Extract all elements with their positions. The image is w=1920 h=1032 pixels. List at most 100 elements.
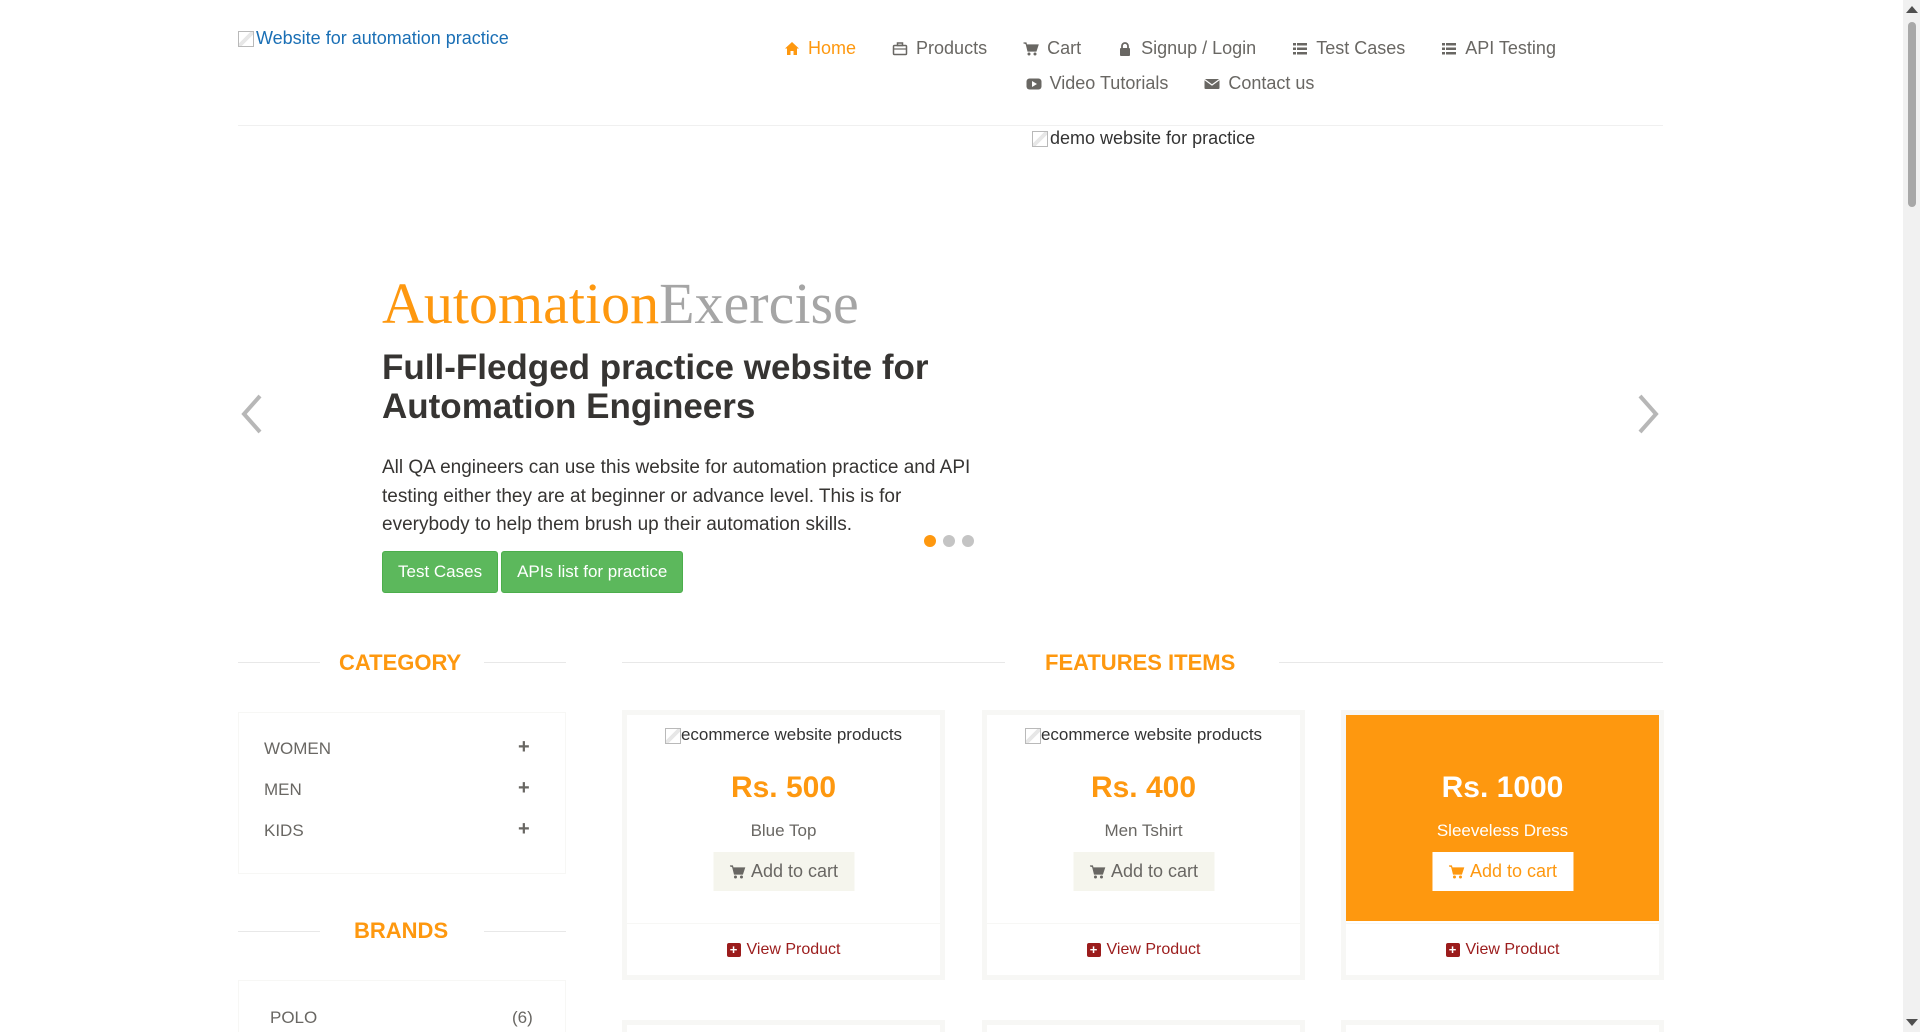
scroll-up-arrow-icon[interactable] bbox=[1906, 6, 1918, 13]
product-image-alt: ecommerce website products bbox=[1040, 725, 1263, 744]
cart-icon bbox=[729, 864, 745, 878]
product-name: Blue Top bbox=[750, 821, 817, 840]
cart-icon bbox=[1448, 864, 1464, 878]
plus-square-icon: + bbox=[1086, 942, 1101, 957]
apis-list-button[interactable]: APIs list for practice bbox=[501, 551, 684, 593]
nav-home-label: Home bbox=[808, 38, 857, 58]
brand-automation: Automation bbox=[382, 271, 660, 336]
product-image: ecommerce website products bbox=[987, 725, 1300, 745]
view-product-link[interactable]: + View Product bbox=[1346, 923, 1659, 975]
cart-icon bbox=[1089, 864, 1105, 878]
add-to-cart-label: Add to cart bbox=[1469, 861, 1558, 881]
view-product-label: View Product bbox=[1106, 940, 1201, 958]
plus-icon[interactable]: + bbox=[518, 736, 530, 759]
view-product-label: View Product bbox=[746, 940, 841, 958]
nav-test-cases-label: Test Cases bbox=[1316, 38, 1406, 58]
slider-next-arrow-icon[interactable] bbox=[1636, 392, 1660, 436]
nav-products[interactable]: Products bbox=[874, 38, 1005, 59]
view-product-link[interactable]: + View Product bbox=[987, 923, 1300, 975]
hero-brand: AutomationExercise bbox=[382, 270, 859, 337]
nav-video-tutorials[interactable]: Video Tutorials bbox=[1008, 73, 1187, 94]
scroll-thumb[interactable] bbox=[1908, 22, 1916, 207]
product-price: Rs. 1000 bbox=[1441, 771, 1564, 804]
nav-cart-label: Cart bbox=[1047, 38, 1082, 58]
hero-title: Full-Fledged practice website for Automa… bbox=[382, 348, 929, 426]
logo-alt-text: Website for automation practice bbox=[256, 28, 509, 48]
plus-icon[interactable]: + bbox=[518, 818, 530, 841]
add-to-cart-button[interactable]: Add to cart bbox=[1072, 852, 1215, 891]
product-card: ecommerce website products Rs. 400 Men T… bbox=[982, 710, 1305, 980]
nav-home[interactable]: Home bbox=[766, 38, 874, 59]
product-card: ecommerce website products Rs. 500 Blue … bbox=[622, 710, 945, 980]
add-to-cart-button[interactable]: Add to cart bbox=[1431, 852, 1574, 891]
plus-square-icon: + bbox=[1445, 942, 1460, 957]
category-title: Category bbox=[339, 650, 462, 675]
hero-buttons: Test Cases APIs list for practice bbox=[382, 551, 684, 593]
category-kids[interactable]: Kids bbox=[264, 821, 304, 841]
briefcase-icon bbox=[892, 41, 908, 55]
features-title-line-left bbox=[622, 662, 1005, 663]
features-title-line-right bbox=[1279, 662, 1663, 663]
slider-dot-2[interactable] bbox=[943, 535, 955, 547]
add-to-cart-label: Add to cart bbox=[750, 861, 839, 881]
brands-title: Brands bbox=[354, 918, 449, 943]
list-icon bbox=[1293, 42, 1308, 54]
slider-dot-1[interactable] bbox=[924, 535, 936, 547]
add-to-cart-label: Add to cart bbox=[1110, 861, 1199, 881]
product-card bbox=[622, 1020, 945, 1032]
product-name: Sleeveless Dress bbox=[1436, 821, 1569, 840]
cart-icon bbox=[1023, 41, 1039, 55]
page-scrollbar[interactable] bbox=[1903, 0, 1920, 1032]
brands-title-line-right bbox=[484, 931, 566, 932]
nav-signup-login-label: Signup / Login bbox=[1141, 38, 1257, 58]
broken-image-icon bbox=[238, 30, 254, 47]
brands-title-line-left bbox=[238, 931, 320, 932]
nav-cart[interactable]: Cart bbox=[1005, 38, 1099, 59]
brand-polo-count: (6) bbox=[512, 1008, 533, 1027]
hero-image-alt: demo website for practice bbox=[1050, 128, 1256, 148]
youtube-icon bbox=[1026, 78, 1042, 89]
product-card: Rs. 1000 Sleeveless Dress Add to cart + … bbox=[1341, 710, 1664, 980]
product-image: ecommerce website products bbox=[627, 725, 940, 745]
nav-api-testing-label: API Testing bbox=[1465, 38, 1556, 58]
add-to-cart-button[interactable]: Add to cart bbox=[712, 852, 855, 891]
broken-image-icon bbox=[1032, 130, 1048, 147]
product-name: Men Tshirt bbox=[1104, 821, 1183, 840]
nav-signup-login[interactable]: Signup / Login bbox=[1099, 38, 1274, 59]
header-divider bbox=[238, 125, 1663, 126]
nav-contact-us[interactable]: Contact us bbox=[1186, 73, 1332, 94]
category-women[interactable]: Women bbox=[264, 739, 331, 759]
list-icon bbox=[1442, 42, 1457, 54]
logo[interactable]: Website for automation practice bbox=[238, 28, 509, 49]
features-title: Features Items bbox=[1045, 650, 1236, 675]
home-icon bbox=[785, 41, 800, 55]
hero-description: All QA engineers can use this website fo… bbox=[382, 457, 971, 535]
product-card bbox=[1341, 1020, 1664, 1032]
envelope-icon bbox=[1204, 78, 1221, 89]
view-product-link[interactable]: + View Product bbox=[627, 923, 940, 975]
view-product-label: View Product bbox=[1465, 940, 1560, 958]
slider-prev-arrow-icon[interactable] bbox=[240, 392, 264, 436]
broken-image-icon bbox=[1024, 727, 1041, 744]
brand-exercise: Exercise bbox=[659, 271, 859, 336]
hero-image: demo website for practice bbox=[1032, 128, 1255, 149]
scroll-down-arrow-icon[interactable] bbox=[1906, 1019, 1918, 1026]
plus-icon[interactable]: + bbox=[518, 777, 530, 800]
category-title-line-right bbox=[484, 662, 566, 663]
brand-polo[interactable]: Polo bbox=[270, 1008, 317, 1028]
category-men[interactable]: Men bbox=[264, 780, 302, 800]
product-card bbox=[982, 1020, 1305, 1032]
nav-contact-us-label: Contact us bbox=[1228, 73, 1315, 93]
product-hover-overlay: Rs. 1000 Sleeveless Dress Add to cart bbox=[1346, 715, 1659, 921]
slider-dot-3[interactable] bbox=[962, 535, 974, 547]
nav-products-label: Products bbox=[916, 38, 988, 58]
plus-square-icon: + bbox=[726, 942, 741, 957]
nav-api-testing[interactable]: API Testing bbox=[1423, 38, 1574, 59]
broken-image-icon bbox=[664, 727, 681, 744]
nav-test-cases[interactable]: Test Cases bbox=[1274, 38, 1423, 59]
nav-video-tutorials-label: Video Tutorials bbox=[1049, 73, 1169, 93]
category-title-line-left bbox=[238, 662, 320, 663]
product-price: Rs. 400 bbox=[1090, 771, 1197, 804]
product-price: Rs. 500 bbox=[730, 771, 837, 804]
test-cases-button[interactable]: Test Cases bbox=[382, 551, 499, 593]
